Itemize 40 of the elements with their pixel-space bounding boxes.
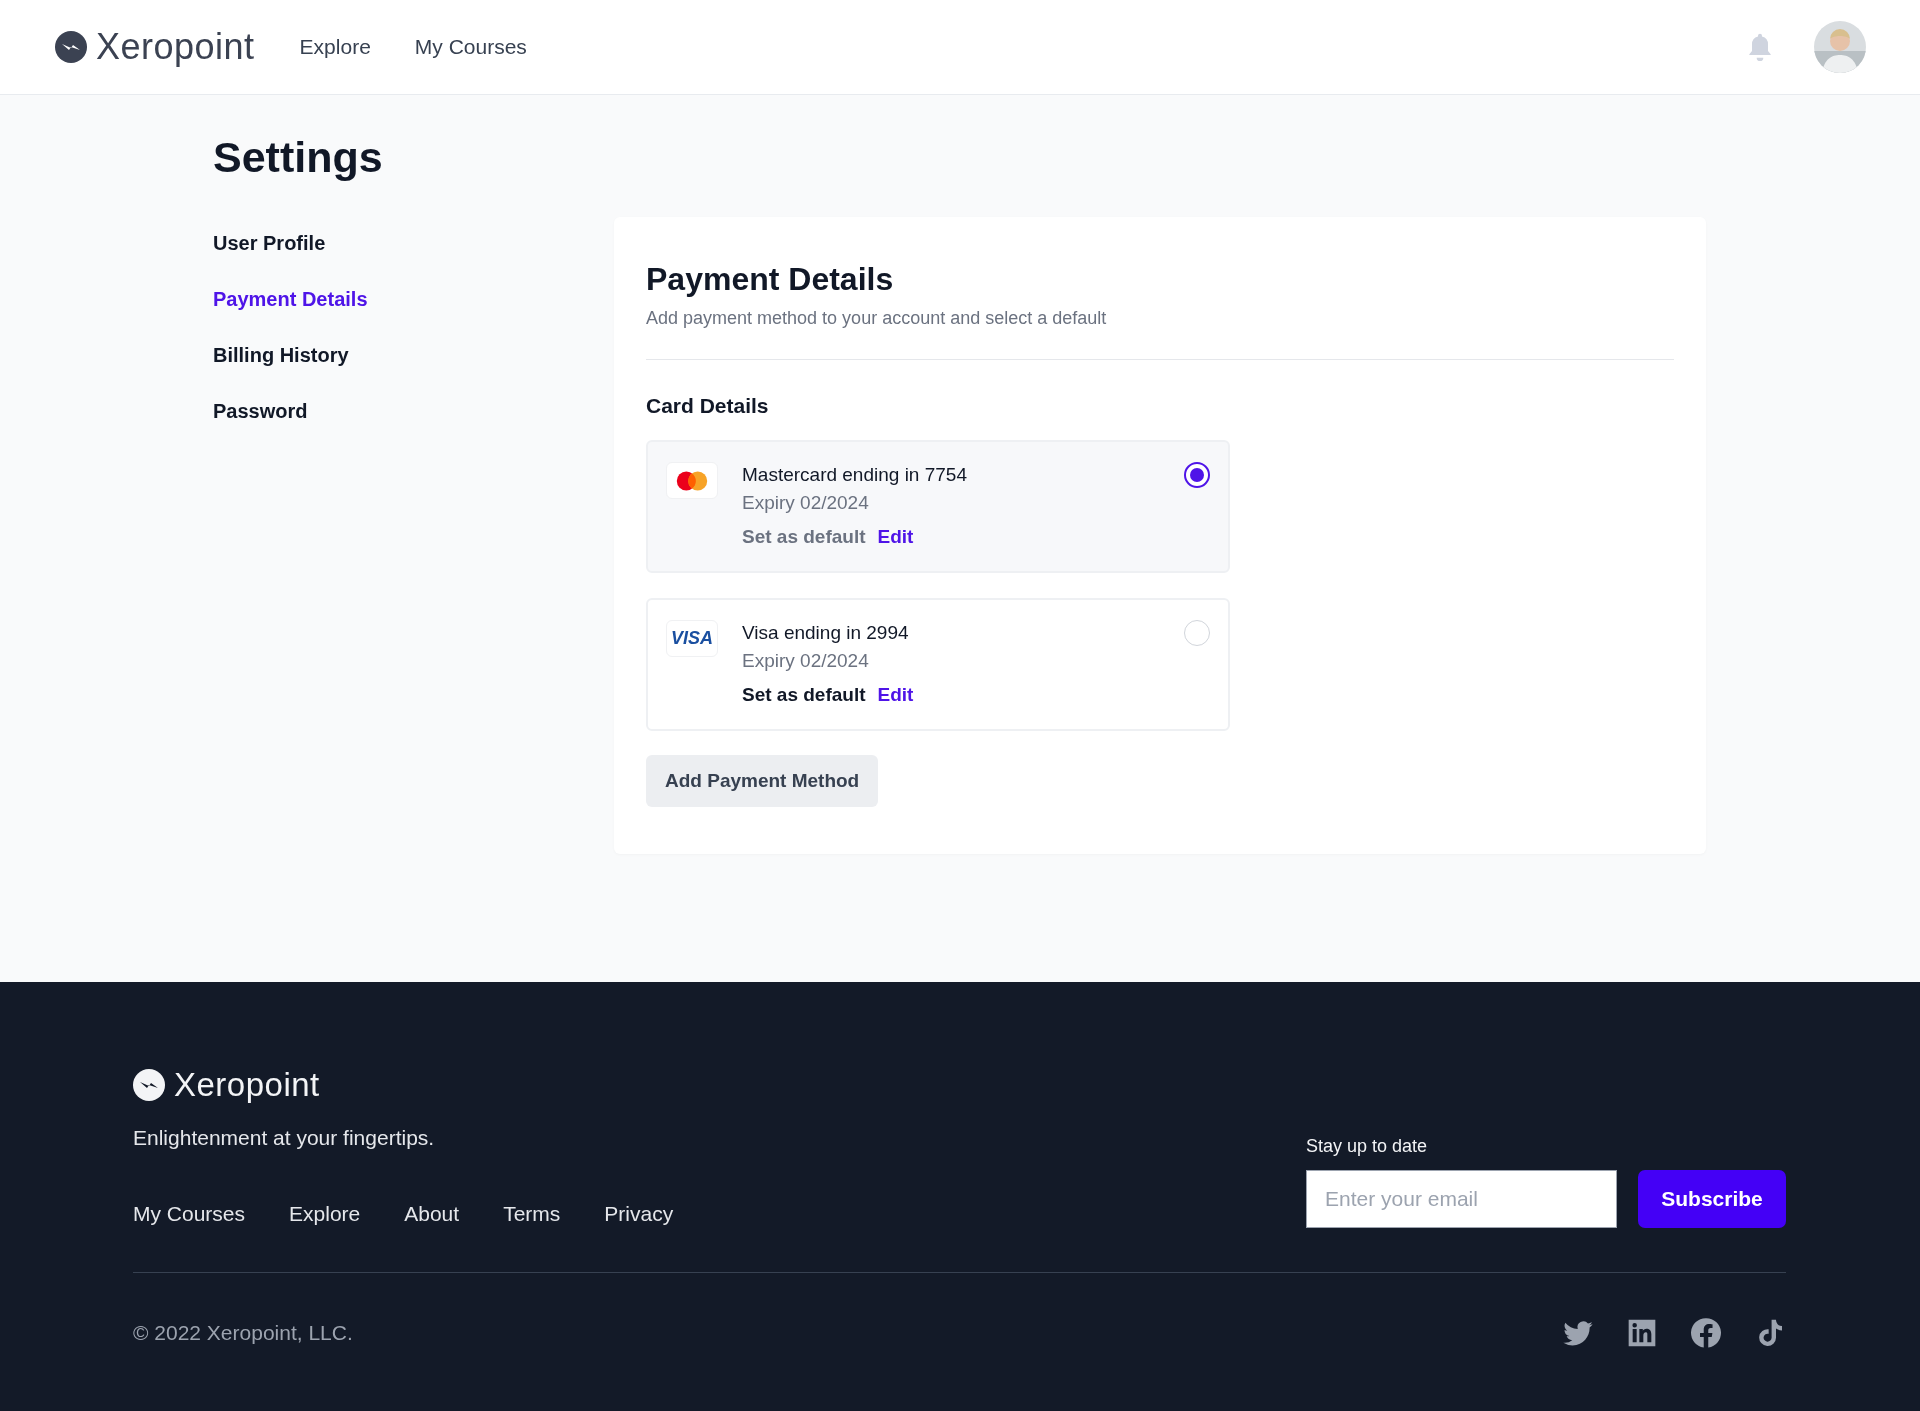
card-name: Mastercard ending in 7754 [742, 463, 968, 487]
page-title: Settings [213, 133, 384, 182]
card-name: Visa ending in 2994 [742, 621, 910, 645]
logo-text[interactable]: Xeropoint [174, 1066, 320, 1104]
set-default-link[interactable]: Set as default [742, 526, 866, 548]
payment-card[interactable]: VISA Visa ending in 2994 Expiry 02/2024 Set as default Edit [646, 598, 1230, 731]
subscribe-label: Stay up to date [1306, 1136, 1429, 1157]
email-field[interactable]: Enter your email [1306, 1170, 1617, 1228]
copyright: © 2022 Xeropoint, LLC. [133, 1321, 353, 1345]
logo-icon [133, 1069, 165, 1101]
section-title: Card Details [646, 394, 770, 418]
facebook-icon[interactable] [1690, 1317, 1722, 1349]
card-expiry: Expiry 02/2024 [742, 649, 870, 673]
panel-subtitle: Add payment method to your account and select a default [646, 308, 1108, 329]
logo-text[interactable]: Xeropoint [96, 26, 255, 68]
edit-link[interactable]: Edit [877, 684, 914, 706]
nav-link[interactable]: My Courses [414, 35, 527, 59]
set-default-link[interactable]: Set as default [742, 684, 866, 706]
radio-button[interactable] [1184, 462, 1210, 488]
footer-link[interactable]: My Courses [133, 1202, 246, 1226]
linkedin-icon[interactable] [1626, 1317, 1658, 1349]
footer-link[interactable]: Privacy [604, 1202, 674, 1226]
tagline: Enlightenment at your fingertips. [133, 1126, 436, 1150]
payment-card[interactable]: Mastercard ending in 7754 Expiry 02/2024 Set as default Edit [646, 440, 1230, 573]
panel-title: Payment Details [646, 261, 895, 298]
footer-link[interactable]: Explore [289, 1202, 361, 1226]
logo-icon [55, 31, 87, 63]
card-expiry: Expiry 02/2024 [742, 491, 870, 515]
subscribe-button[interactable]: Subscribe [1638, 1170, 1786, 1228]
footer-link[interactable]: About [404, 1202, 460, 1226]
edit-link[interactable]: Edit [877, 526, 914, 548]
sidebar-item[interactable]: Billing History [213, 344, 614, 367]
mastercard-logo [666, 462, 718, 499]
nav-link[interactable]: Explore [299, 35, 371, 59]
sidebar-item[interactable]: User Profile [213, 232, 614, 255]
add-payment-button[interactable]: Add Payment Method [646, 755, 879, 807]
sidebar-item[interactable]: Password [213, 400, 614, 423]
sidebar-item[interactable]: Payment Details [213, 288, 614, 311]
footer-link[interactable]: Terms [503, 1202, 561, 1226]
visa-logo: VISA [666, 620, 718, 657]
